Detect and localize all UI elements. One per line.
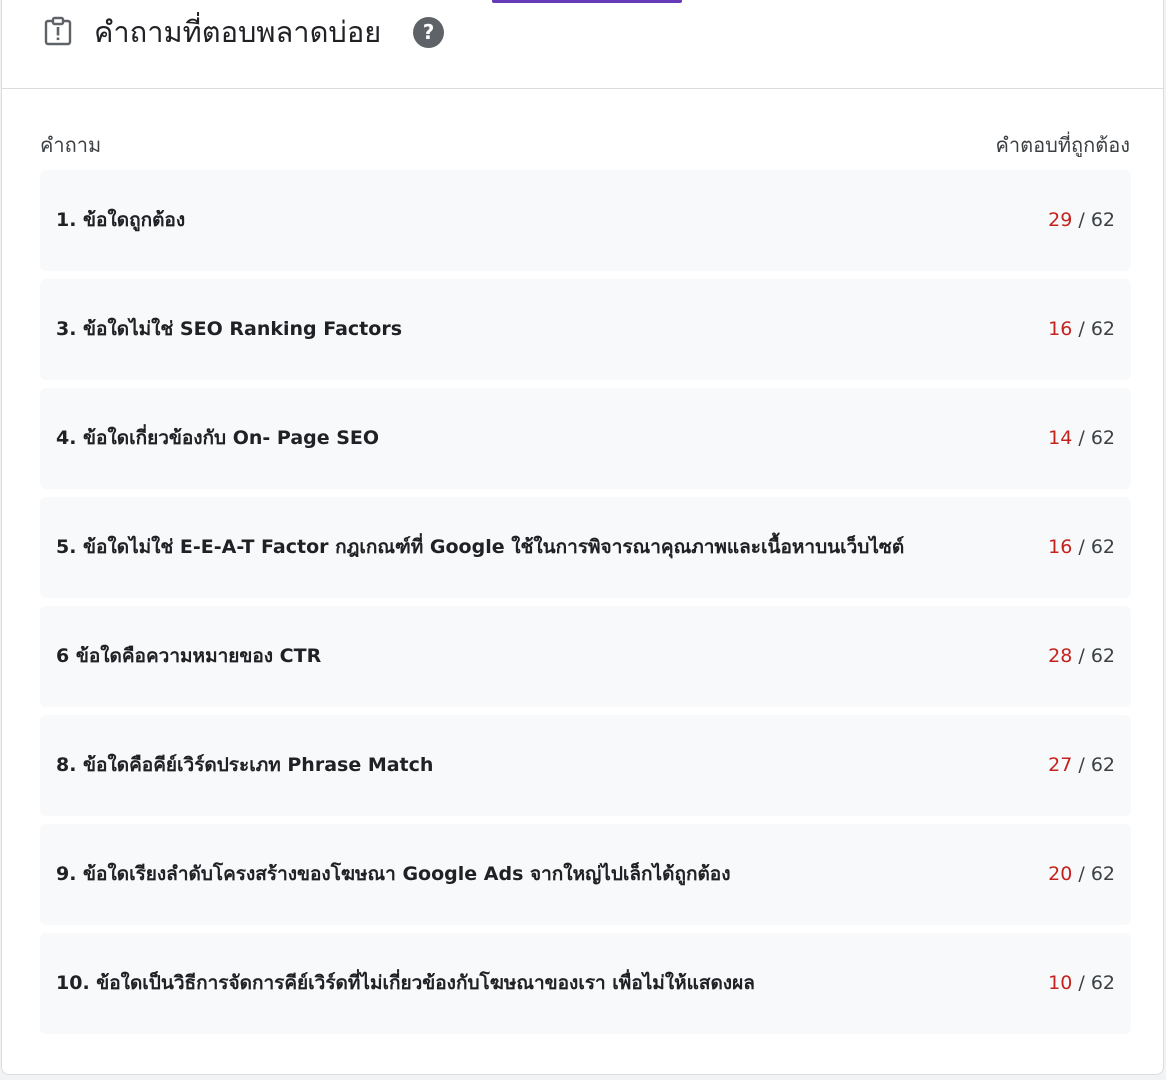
total-count: 62 [1090, 427, 1115, 449]
total-count: 62 [1090, 318, 1115, 340]
correct-count: 14 [1048, 427, 1073, 449]
correct-count: 27 [1048, 754, 1073, 776]
correct-count: 28 [1048, 645, 1073, 667]
correct-score: 10 / 62 [1048, 933, 1115, 1034]
question-row[interactable]: 10. ข้อใดเป็นวิธีการจัดการคีย์เวิร์ดที่ไ… [40, 933, 1131, 1034]
total-count: 62 [1090, 972, 1115, 994]
correct-answers-column-header: คำตอบที่ถูกต้อง [995, 133, 1130, 157]
correct-score: 29 / 62 [1048, 170, 1115, 271]
score-separator: / [1072, 645, 1091, 667]
correct-count: 16 [1048, 318, 1073, 340]
question-text: 8. ข้อใดคือคีย์เวิร์ดประเภท Phrase Match [56, 754, 434, 776]
correct-score: 16 / 62 [1048, 497, 1115, 598]
clipboard-alert-icon [43, 16, 73, 46]
score-separator: / [1072, 209, 1091, 231]
correct-score: 16 / 62 [1048, 279, 1115, 380]
total-count: 62 [1090, 754, 1115, 776]
question-text: 3. ข้อใดไม่ใช่ SEO Ranking Factors [56, 318, 402, 340]
question-text: 10. ข้อใดเป็นวิธีการจัดการคีย์เวิร์ดที่ไ… [56, 972, 755, 994]
correct-score: 27 / 62 [1048, 715, 1115, 816]
score-separator: / [1072, 427, 1091, 449]
question-text: 6 ข้อใดคือความหมายของ CTR [56, 645, 322, 667]
question-row[interactable]: 4. ข้อใดเกี่ยวข้องกับ On- Page SEO 14 / … [40, 388, 1131, 489]
correct-count: 10 [1048, 972, 1073, 994]
question-row[interactable]: 1. ข้อใดถูกต้อง 29 / 62 [40, 170, 1131, 271]
missed-questions-list: 1. ข้อใดถูกต้อง 29 / 62 3. ข้อใดไม่ใช่ S… [40, 170, 1131, 1042]
correct-score: 28 / 62 [1048, 606, 1115, 707]
section-title: คำถามที่ตอบพลาดบ่อย [94, 15, 382, 49]
correct-count: 16 [1048, 536, 1073, 558]
question-row[interactable]: 9. ข้อใดเรียงลำดับโครงสร้างของโฆษณา Goog… [40, 824, 1131, 925]
frequently-missed-card: คำถามที่ตอบพลาดบ่อย ? คำถาม คำตอบที่ถูกต… [1, 0, 1164, 1075]
score-separator: / [1072, 863, 1091, 885]
score-separator: / [1072, 536, 1091, 558]
question-row[interactable]: 3. ข้อใดไม่ใช่ SEO Ranking Factors 16 / … [40, 279, 1131, 380]
question-row[interactable]: 6 ข้อใดคือความหมายของ CTR 28 / 62 [40, 606, 1131, 707]
correct-score: 14 / 62 [1048, 388, 1115, 489]
column-headers: คำถาม คำตอบที่ถูกต้อง [40, 130, 1130, 160]
card-header: คำถามที่ตอบพลาดบ่อย ? [2, 0, 1163, 89]
help-circle-icon[interactable]: ? [413, 17, 444, 48]
score-separator: / [1072, 754, 1091, 776]
question-row[interactable]: 8. ข้อใดคือคีย์เวิร์ดประเภท Phrase Match… [40, 715, 1131, 816]
question-text: 4. ข้อใดเกี่ยวข้องกับ On- Page SEO [56, 427, 380, 449]
correct-score: 20 / 62 [1048, 824, 1115, 925]
score-separator: / [1072, 972, 1091, 994]
total-count: 62 [1090, 536, 1115, 558]
question-column-header: คำถาม [40, 133, 102, 157]
total-count: 62 [1090, 209, 1115, 231]
question-text: 9. ข้อใดเรียงลำดับโครงสร้างของโฆษณา Goog… [56, 863, 731, 885]
correct-count: 29 [1048, 209, 1073, 231]
correct-count: 20 [1048, 863, 1073, 885]
question-row[interactable]: 5. ข้อใดไม่ใช่ E-E-A-T Factor กฎเกณฑ์ที่… [40, 497, 1131, 598]
total-count: 62 [1090, 863, 1115, 885]
question-text: 5. ข้อใดไม่ใช่ E-E-A-T Factor กฎเกณฑ์ที่… [56, 536, 905, 558]
question-text: 1. ข้อใดถูกต้อง [56, 209, 186, 231]
score-separator: / [1072, 318, 1091, 340]
total-count: 62 [1090, 645, 1115, 667]
